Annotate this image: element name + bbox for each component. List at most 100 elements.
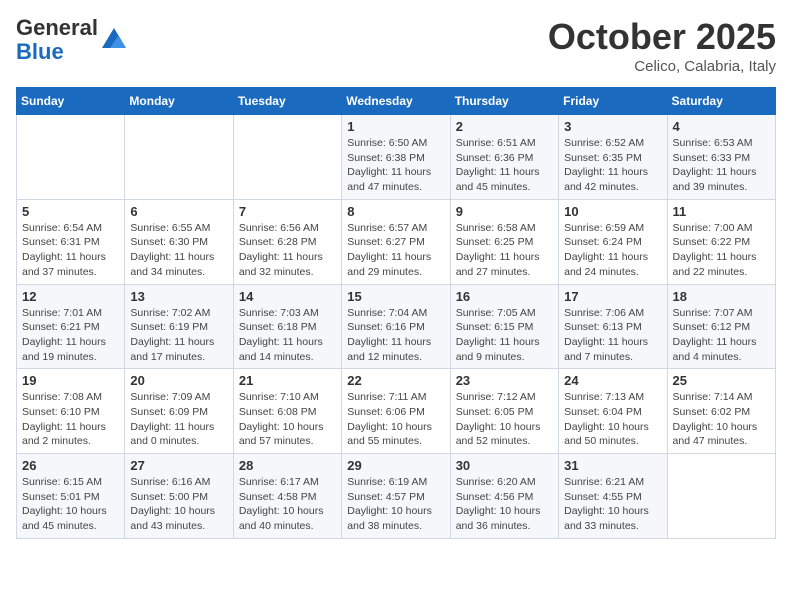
day-info: Sunrise: 7:10 AM Sunset: 6:08 PM Dayligh…: [239, 390, 336, 449]
location-subtitle: Celico, Calabria, Italy: [548, 58, 776, 75]
title-area: October 2025 Celico, Calabria, Italy: [548, 16, 776, 75]
day-info: Sunrise: 7:09 AM Sunset: 6:09 PM Dayligh…: [130, 390, 227, 449]
day-info: Sunrise: 7:07 AM Sunset: 6:12 PM Dayligh…: [673, 306, 770, 365]
day-info: Sunrise: 7:03 AM Sunset: 6:18 PM Dayligh…: [239, 306, 336, 365]
calendar-cell: 15Sunrise: 7:04 AM Sunset: 6:16 PM Dayli…: [342, 284, 450, 369]
day-number: 12: [22, 289, 119, 304]
day-info: Sunrise: 7:13 AM Sunset: 6:04 PM Dayligh…: [564, 390, 661, 449]
calendar-cell: 17 Sunrise: 7:06 AM Sunset: 6:13 PM Dayli…: [559, 284, 667, 369]
day-info: Sunrise: 6:51 AM Sunset: 6:36 PM Dayligh…: [456, 136, 553, 195]
weekday-header: Sunday: [17, 88, 125, 115]
day-info: Sunrise: 7:06 AM Sunset: 6:13 PM Dayligh…: [564, 306, 661, 365]
day-number: 14: [239, 289, 336, 304]
day-number: 28: [239, 458, 336, 473]
day-info: Sunrise: 6:21 AM Sunset: 4:55 PM Dayligh…: [564, 475, 661, 534]
day-number: 15: [347, 289, 444, 304]
day-number: 18: [673, 289, 770, 304]
day-number: 8: [347, 204, 444, 219]
calendar-cell: 31 Sunrise: 6:21 AM Sunset: 4:55 PM Dayli…: [559, 454, 667, 539]
calendar-cell: 19Sunrise: 7:08 AM Sunset: 6:10 PM Dayli…: [17, 369, 125, 454]
day-info: Sunrise: 7:01 AM Sunset: 6:21 PM Dayligh…: [22, 306, 119, 365]
logo: General Blue: [16, 16, 128, 64]
day-info: Sunrise: 7:00 AM Sunset: 6:22 PM Dayligh…: [673, 221, 770, 280]
calendar-cell: 24 Sunrise: 7:13 AM Sunset: 6:04 PM Dayli…: [559, 369, 667, 454]
calendar-cell: 29 Sunrise: 6:19 AM Sunset: 4:57 PM Dayli…: [342, 454, 450, 539]
day-number: 3: [564, 119, 661, 134]
day-number: 13: [130, 289, 227, 304]
calendar-cell: 6 Sunrise: 6:55 AM Sunset: 6:30 PM Daylig…: [125, 199, 233, 284]
day-info: Sunrise: 6:58 AM Sunset: 6:25 PM Dayligh…: [456, 221, 553, 280]
day-info: Sunrise: 7:11 AM Sunset: 6:06 PM Dayligh…: [347, 390, 444, 449]
day-number: 22: [347, 373, 444, 388]
calendar-cell: 14 Sunrise: 7:03 AM Sunset: 6:18 PM Dayli…: [233, 284, 341, 369]
logo-icon: [100, 26, 128, 54]
calendar-cell: 12 Sunrise: 7:01 AM Sunset: 6:21 PM Dayli…: [17, 284, 125, 369]
calendar-cell: 18 Sunrise: 7:07 AM Sunset: 6:12 PM Dayli…: [667, 284, 775, 369]
calendar-cell: 25 Sunrise: 7:14 AM Sunset: 6:02 PM Dayli…: [667, 369, 775, 454]
day-number: 6: [130, 204, 227, 219]
calendar-cell: 2 Sunrise: 6:51 AM Sunset: 6:36 PM Daylig…: [450, 115, 558, 200]
day-number: 31: [564, 458, 661, 473]
weekday-header: Tuesday: [233, 88, 341, 115]
calendar-week-row: 19Sunrise: 7:08 AM Sunset: 6:10 PM Dayli…: [17, 369, 776, 454]
day-number: 24: [564, 373, 661, 388]
day-info: Sunrise: 6:52 AM Sunset: 6:35 PM Dayligh…: [564, 136, 661, 195]
day-info: Sunrise: 6:17 AM Sunset: 4:58 PM Dayligh…: [239, 475, 336, 534]
day-number: 30: [456, 458, 553, 473]
day-info: Sunrise: 6:57 AM Sunset: 6:27 PM Dayligh…: [347, 221, 444, 280]
calendar-cell: 1Sunrise: 6:50 AM Sunset: 6:38 PM Daylig…: [342, 115, 450, 200]
weekday-header: Monday: [125, 88, 233, 115]
calendar-cell: 20 Sunrise: 7:09 AM Sunset: 6:09 PM Dayli…: [125, 369, 233, 454]
calendar-cell: [17, 115, 125, 200]
day-number: 1: [347, 119, 444, 134]
day-number: 23: [456, 373, 553, 388]
day-info: Sunrise: 7:05 AM Sunset: 6:15 PM Dayligh…: [456, 306, 553, 365]
day-number: 2: [456, 119, 553, 134]
day-number: 4: [673, 119, 770, 134]
calendar-cell: 22 Sunrise: 7:11 AM Sunset: 6:06 PM Dayli…: [342, 369, 450, 454]
calendar-cell: [667, 454, 775, 539]
calendar-cell: [233, 115, 341, 200]
calendar-cell: 16 Sunrise: 7:05 AM Sunset: 6:15 PM Dayli…: [450, 284, 558, 369]
day-info: Sunrise: 6:20 AM Sunset: 4:56 PM Dayligh…: [456, 475, 553, 534]
day-info: Sunrise: 6:19 AM Sunset: 4:57 PM Dayligh…: [347, 475, 444, 534]
day-info: Sunrise: 7:12 AM Sunset: 6:05 PM Dayligh…: [456, 390, 553, 449]
calendar-cell: 30 Sunrise: 6:20 AM Sunset: 4:56 PM Dayli…: [450, 454, 558, 539]
day-number: 10: [564, 204, 661, 219]
calendar-cell: 3 Sunrise: 6:52 AM Sunset: 6:35 PM Daylig…: [559, 115, 667, 200]
weekday-header-row: SundayMondayTuesdayWednesdayThursdayFrid…: [17, 88, 776, 115]
day-number: 16: [456, 289, 553, 304]
calendar-week-row: 5Sunrise: 6:54 AM Sunset: 6:31 PM Daylig…: [17, 199, 776, 284]
calendar-week-row: 26Sunrise: 6:15 AM Sunset: 5:01 PM Dayli…: [17, 454, 776, 539]
day-number: 21: [239, 373, 336, 388]
day-info: Sunrise: 7:08 AM Sunset: 6:10 PM Dayligh…: [22, 390, 119, 449]
weekday-header: Saturday: [667, 88, 775, 115]
day-number: 26: [22, 458, 119, 473]
day-info: Sunrise: 7:14 AM Sunset: 6:02 PM Dayligh…: [673, 390, 770, 449]
day-info: Sunrise: 6:56 AM Sunset: 6:28 PM Dayligh…: [239, 221, 336, 280]
day-info: Sunrise: 6:59 AM Sunset: 6:24 PM Dayligh…: [564, 221, 661, 280]
calendar-cell: 5Sunrise: 6:54 AM Sunset: 6:31 PM Daylig…: [17, 199, 125, 284]
day-info: Sunrise: 6:55 AM Sunset: 6:30 PM Dayligh…: [130, 221, 227, 280]
day-number: 11: [673, 204, 770, 219]
calendar-table: SundayMondayTuesdayWednesdayThursdayFrid…: [16, 87, 776, 539]
day-info: Sunrise: 7:02 AM Sunset: 6:19 PM Dayligh…: [130, 306, 227, 365]
day-number: 7: [239, 204, 336, 219]
calendar-cell: [125, 115, 233, 200]
calendar-cell: 13 Sunrise: 7:02 AM Sunset: 6:19 PM Dayli…: [125, 284, 233, 369]
logo-blue-text: Blue: [16, 39, 64, 64]
month-title: October 2025: [548, 16, 776, 58]
page-header: General Blue October 2025 Celico, Calabr…: [16, 16, 776, 75]
calendar-week-row: 12 Sunrise: 7:01 AM Sunset: 6:21 PM Dayli…: [17, 284, 776, 369]
calendar-week-row: 1Sunrise: 6:50 AM Sunset: 6:38 PM Daylig…: [17, 115, 776, 200]
day-number: 29: [347, 458, 444, 473]
calendar-cell: 26Sunrise: 6:15 AM Sunset: 5:01 PM Dayli…: [17, 454, 125, 539]
day-number: 5: [22, 204, 119, 219]
day-number: 27: [130, 458, 227, 473]
calendar-cell: 23 Sunrise: 7:12 AM Sunset: 6:05 PM Dayli…: [450, 369, 558, 454]
day-number: 20: [130, 373, 227, 388]
calendar-cell: 28 Sunrise: 6:17 AM Sunset: 4:58 PM Dayli…: [233, 454, 341, 539]
calendar-cell: 9Sunrise: 6:58 AM Sunset: 6:25 PM Daylig…: [450, 199, 558, 284]
day-number: 25: [673, 373, 770, 388]
day-number: 17: [564, 289, 661, 304]
